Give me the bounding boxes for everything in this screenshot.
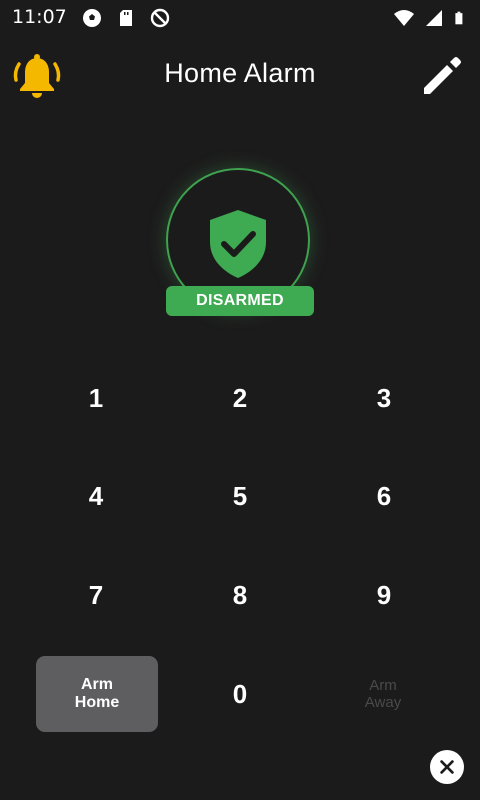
sd-card-icon (120, 10, 132, 26)
arm-home-button[interactable]: Arm Home (36, 656, 158, 732)
key-7[interactable]: 7 (16, 545, 176, 645)
arm-home-label-line2: Home (74, 694, 120, 711)
arm-away-label-line1: Arm (369, 677, 397, 694)
arm-away-button[interactable]: Arm Away (322, 656, 444, 732)
key-2[interactable]: 2 (160, 348, 320, 448)
do-not-disturb-icon (150, 8, 170, 28)
arm-home-label-line1: Arm (80, 676, 113, 693)
key-6[interactable]: 6 (304, 446, 464, 546)
status-icons-right (394, 8, 468, 28)
close-button[interactable] (430, 750, 464, 784)
shield-check-icon (210, 210, 266, 278)
status-icons-left (82, 8, 170, 28)
signal-icon (426, 10, 442, 26)
status-badge: DISARMED (166, 286, 314, 316)
key-5[interactable]: 5 (160, 446, 320, 546)
key-8[interactable]: 8 (160, 545, 320, 645)
key-3[interactable]: 3 (304, 348, 464, 448)
key-1[interactable]: 1 (16, 348, 176, 448)
status-bar: 11:07 (0, 0, 480, 36)
key-4[interactable]: 4 (16, 446, 176, 546)
key-0[interactable]: 0 (160, 644, 320, 744)
status-time: 11:07 (12, 6, 67, 28)
soccer-ball-icon (83, 9, 101, 27)
wifi-icon (394, 10, 414, 26)
close-icon (440, 760, 454, 774)
pencil-icon[interactable] (418, 52, 466, 100)
arm-away-label-line2: Away (364, 694, 402, 711)
keypad: 1 2 3 4 5 6 7 8 9 Arm Home 0 Arm Away (0, 348, 480, 746)
app-bar: Home Alarm (0, 40, 480, 112)
key-9[interactable]: 9 (304, 545, 464, 645)
page-title: Home Alarm (164, 58, 316, 88)
battery-icon (455, 11, 463, 25)
alarm-status: DISARMED (160, 164, 320, 324)
